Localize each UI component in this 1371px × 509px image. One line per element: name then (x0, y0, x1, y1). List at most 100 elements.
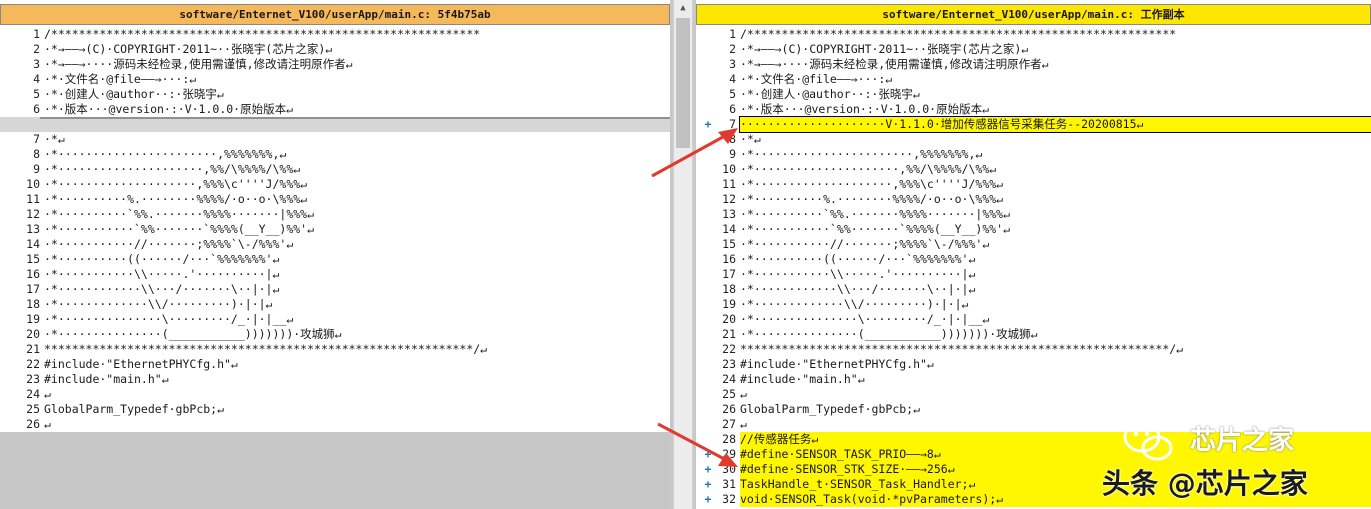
code-line[interactable]: 7 ·*↵ (0, 132, 670, 147)
line-text: ·*············\\···/·······\··|·|↵ (740, 282, 976, 296)
line-number: 24 (26, 387, 40, 401)
code-line[interactable]: 6 ·*·版本···@version·:·V·1.0.0·原始版本↵ (696, 102, 1371, 117)
inserted-line-gap (0, 117, 670, 132)
code-line[interactable]: 10 ·*····················,%%%\c''''J/%%%↵ (0, 177, 670, 192)
line-number: 10 (722, 162, 736, 176)
code-line[interactable]: 24 #include·"main.h"↵ (696, 372, 1371, 387)
line-text: ·*↵ (740, 132, 761, 146)
code-line[interactable]: 3 ·*→——→····源码未经检录,使用需谨慎,修改请注明原作者↵ (696, 57, 1371, 72)
line-text: ·*····················,%%%\c''''J/%%%↵ (44, 177, 308, 191)
code-line[interactable]: 19 ·*···············\·········/_·|·|__↵ (0, 312, 670, 327)
code-line[interactable]: 3 ·*→——→····源码未经检录,使用需谨慎,修改请注明原作者↵ (0, 57, 670, 72)
code-line[interactable]: 20 ·*···············\·········/_·|·|__↵ (696, 312, 1371, 327)
line-text: ·*→——→····源码未经检录,使用需谨慎,修改请注明原作者↵ (44, 57, 353, 71)
code-line[interactable]: 13 ·*··········`%%.·······%%%%·······|%%%… (696, 207, 1371, 222)
code-line[interactable]: 2 ·*→——→(C)·COPYRIGHT·2011~··张晓宇(芯片之家)↵ (0, 42, 670, 57)
line-text: ·*·创建人·@author··:·张晓宇↵ (740, 87, 920, 101)
code-line[interactable]: 19 ·*·············\\/·········)·|·|↵ (696, 297, 1371, 312)
line-number: 22 (722, 342, 736, 356)
code-line[interactable]: 15 ·*··········((······/···`%%%%%%%'↵ (0, 252, 670, 267)
line-text: ·*·版本···@version·:·V·1.0.0·原始版本↵ (740, 102, 990, 116)
code-line[interactable]: 15 ·*···········//·······;%%%%`\-/%%%'↵ (696, 237, 1371, 252)
line-text: ·*··········%.········%%%%/·o··o·\%%%↵ (740, 192, 1004, 206)
code-line[interactable]: 20 ·*···············(___________)))))))·攻… (0, 327, 670, 342)
code-line[interactable]: 18 ·*············\\···/·······\··|·|↵ (696, 282, 1371, 297)
code-line[interactable]: 21 ·*···············(___________)))))))·攻… (696, 327, 1371, 342)
line-text: ·*····················,%%%\c''''J/%%%↵ (740, 177, 1004, 191)
code-line[interactable]: 24 ↵ (0, 387, 670, 402)
line-text: ·*··········`%%.·······%%%%·······|%%%↵ (44, 207, 315, 221)
line-number: 21 (722, 327, 736, 341)
line-text: ·*··········%.········%%%%/·o··o·\%%%↵ (44, 192, 308, 206)
code-line[interactable]: 22 #include·"EthernetPHYCfg.h"↵ (0, 357, 670, 372)
code-line[interactable]: 4 ·*·文件名·@file——→···:↵ (696, 72, 1371, 87)
code-line[interactable]: 2 ·*→——→(C)·COPYRIGHT·2011~··张晓宇(芯片之家)↵ (696, 42, 1371, 57)
missing-lines-region (0, 432, 670, 509)
code-line[interactable]: 18 ·*·············\\/·········)·|·|↵ (0, 297, 670, 312)
line-text: ·*············\\···/·······\··|·|↵ (44, 282, 280, 296)
line-number: 17 (722, 267, 736, 281)
code-line[interactable]: 23 #include·"EthernetPHYCfg.h"↵ (696, 357, 1371, 372)
code-line[interactable]: 10 ·*·····················,%%/\%%%%/\%%↵ (696, 162, 1371, 177)
code-line[interactable]: 16 ·*···········\\·····.'··········|↵ (0, 267, 670, 282)
code-line[interactable]: 1 /**************************************… (0, 27, 670, 42)
code-line[interactable]: 14 ·*···········//·······;%%%%`\-/%%%'↵ (0, 237, 670, 252)
code-line[interactable]: 5 ·*·创建人·@author··:·张晓宇↵ (696, 87, 1371, 102)
added-code-line[interactable]: +7 ·····················V·1.1.0·增加传感器信号采集… (696, 116, 1371, 133)
line-number: 21 (26, 342, 40, 356)
code-line[interactable]: 5 ·*·创建人·@author··:·张晓宇↵ (0, 87, 670, 102)
code-line[interactable]: 22 **************************************… (696, 342, 1371, 357)
code-line[interactable]: 12 ·*··········`%%.·······%%%%·······|%%%… (0, 207, 670, 222)
code-line[interactable]: 16 ·*··········((······/···`%%%%%%%'↵ (696, 252, 1371, 267)
line-number: 2 (729, 42, 736, 56)
line-number: 4 (729, 72, 736, 86)
code-line[interactable]: 23 #include·"main.h"↵ (0, 372, 670, 387)
line-text: ·*→——→(C)·COPYRIGHT·2011~··张晓宇(芯片之家)↵ (44, 42, 333, 56)
line-text: ·*···········//·······;%%%%`\-/%%%'↵ (44, 237, 294, 251)
code-line[interactable]: 4 ·*·文件名·@file——→···:↵ (0, 72, 670, 87)
line-text: ↵ (44, 387, 51, 401)
code-line[interactable]: 25 ↵ (696, 387, 1371, 402)
code-line[interactable]: 21 **************************************… (0, 342, 670, 357)
code-line[interactable]: 8 ·*·······················,%%%%%%%,↵ (0, 147, 670, 162)
line-text: ·*···········//·······;%%%%`\-/%%%'↵ (740, 237, 990, 251)
code-line[interactable]: 9 ·*·····················,%%/\%%%%/\%%↵ (0, 162, 670, 177)
line-number: 11 (722, 177, 736, 191)
scroll-up-arrow-icon[interactable]: ▲ (674, 0, 692, 17)
line-text: #include·"EthernetPHYCfg.h"↵ (44, 357, 238, 371)
code-line[interactable]: 26 ↵ (0, 417, 670, 432)
code-line[interactable]: 17 ·*············\\···/·······\··|·|↵ (0, 282, 670, 297)
line-number: 24 (722, 372, 736, 386)
code-line[interactable]: 13 ·*···········`%%·······`%%%%(__Y__)%%'… (0, 222, 670, 237)
line-number: 18 (722, 282, 736, 296)
code-line[interactable]: 14 ·*···········`%%·······`%%%%(__Y__)%%'… (696, 222, 1371, 237)
code-line[interactable]: 17 ·*···········\\·····.'··········|↵ (696, 267, 1371, 282)
left-scrollbar-thumb[interactable] (676, 18, 690, 148)
left-code-view[interactable]: 1 /**************************************… (0, 27, 670, 509)
line-number: 28 (722, 432, 736, 446)
code-line[interactable]: 8 ·*↵ (696, 132, 1371, 147)
line-text: #include·"main.h"↵ (740, 372, 865, 386)
code-line[interactable]: 25 GlobalParm_Typedef·gbPcb;↵ (0, 402, 670, 417)
code-line[interactable]: 11 ·*··········%.········%%%%/·o··o·\%%%↵ (0, 192, 670, 207)
line-text: #include·"main.h"↵ (44, 372, 169, 386)
line-number: 6 (729, 102, 736, 116)
code-line[interactable]: 26 GlobalParm_Typedef·gbPcb;↵ (696, 402, 1371, 417)
line-number: 14 (26, 237, 40, 251)
code-line[interactable]: 6 ·*·版本···@version·:·V·1.0.0·原始版本↵ (0, 102, 670, 117)
left-file-title: software/Enternet_V100/userApp/main.c: 5… (0, 4, 670, 25)
line-number: 9 (33, 162, 40, 176)
line-number: 2 (33, 42, 40, 56)
code-line[interactable]: 9 ·*·······················,%%%%%%%,↵ (696, 147, 1371, 162)
code-line[interactable]: 1 /**************************************… (696, 27, 1371, 42)
line-number: 17 (26, 282, 40, 296)
line-number: 8 (729, 132, 736, 146)
code-line[interactable]: 12 ·*··········%.········%%%%/·o··o·\%%%↵ (696, 192, 1371, 207)
line-text: ·*·创建人·@author··:·张晓宇↵ (44, 87, 224, 101)
line-number: 30 (722, 462, 736, 476)
code-line[interactable]: 11 ·*····················,%%%\c''''J/%%%↵ (696, 177, 1371, 192)
line-text: GlobalParm_Typedef·gbPcb;↵ (740, 402, 921, 416)
line-text: ·*··········`%%.·······%%%%·······|%%%↵ (740, 207, 1011, 221)
left-scrollbar[interactable]: ▲ (673, 0, 693, 509)
line-number: 20 (722, 312, 736, 326)
